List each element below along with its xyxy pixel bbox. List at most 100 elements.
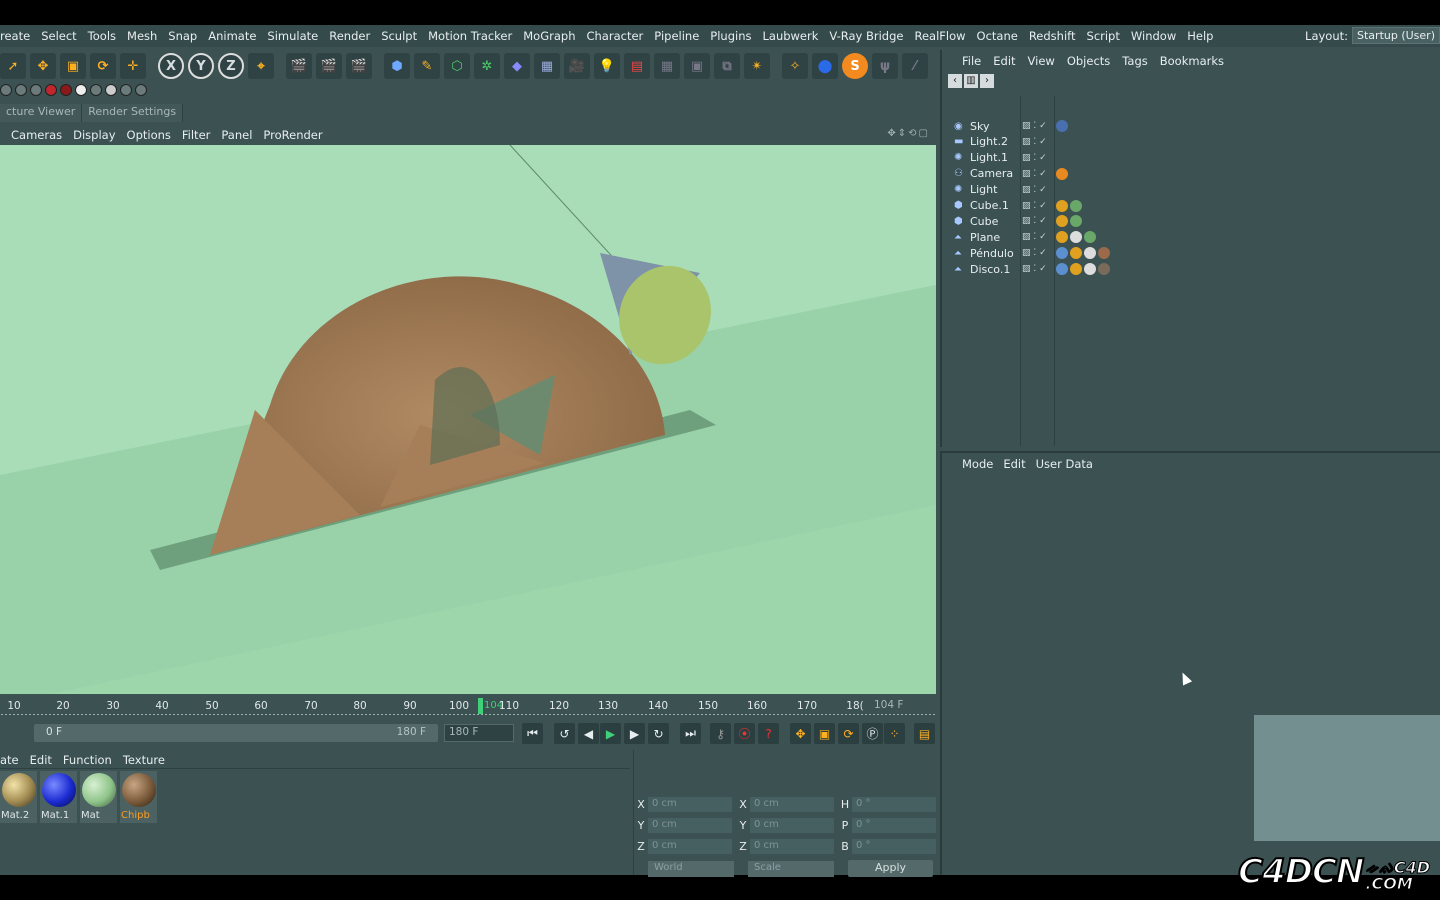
viewport-menu-display[interactable]: Display (73, 128, 115, 142)
menu-item[interactable]: RealFlow (914, 29, 965, 43)
visibility-flags-icon[interactable]: ▨ ⁚ ✓ (1022, 216, 1047, 226)
object-name[interactable]: Cube.1 (970, 199, 1030, 212)
viewport-menu-panel[interactable]: Panel (221, 128, 252, 142)
material-menu-edit[interactable]: Edit (30, 753, 52, 767)
end-frame-field[interactable]: 180 F (444, 724, 514, 742)
menu-item[interactable]: Sculpt (381, 29, 417, 43)
viewport-menu-prorender[interactable]: ProRender (263, 128, 322, 142)
om-menu-view[interactable]: View (1028, 54, 1055, 68)
tag-icon[interactable] (1056, 120, 1068, 132)
object-name[interactable]: Plane (970, 231, 1030, 244)
visibility-flags-icon[interactable]: ▨ ⁚ ✓ (1022, 248, 1047, 258)
layout-selector[interactable]: Layout: Startup (User) (1305, 27, 1440, 44)
layout-value[interactable]: Startup (User) (1352, 27, 1440, 44)
subdivision-icon[interactable]: ⬡ (444, 53, 470, 79)
object-row[interactable]: ⏶ Péndulo ▨ ⁚ ✓ (948, 245, 1438, 261)
pla-key-icon[interactable]: ⁘ (884, 723, 905, 744)
next-key-icon[interactable]: ↻ (648, 723, 669, 744)
om-menu-tags[interactable]: Tags (1122, 54, 1147, 68)
menu-item[interactable]: Animate (208, 29, 256, 43)
psr-icon[interactable]: ψ (872, 53, 898, 79)
menu-item[interactable]: Simulate (267, 29, 318, 43)
am-menu-edit[interactable]: Edit (1003, 457, 1025, 471)
cloner-icon[interactable]: ✲ (474, 53, 500, 79)
menu-item[interactable]: Script (1087, 29, 1120, 43)
material-menu-function[interactable]: Function (63, 753, 112, 767)
viewport-menu-cameras[interactable]: Cameras (11, 128, 62, 142)
record-keys-icon[interactable]: ⚷ (710, 723, 731, 744)
timeline-cursor[interactable] (478, 698, 483, 714)
scale-key-icon[interactable]: ▣ (814, 723, 835, 744)
tab-render-settings[interactable]: Render Settings (82, 104, 184, 122)
autokey-icon[interactable]: ⦿ (734, 723, 755, 744)
visibility-flags-icon[interactable]: ▨ ⁚ ✓ (1022, 232, 1047, 242)
menu-item[interactable]: Redshift (1029, 29, 1076, 43)
viewport-nav-icons[interactable]: ✥⇕⟲▢ (887, 128, 930, 139)
position-z-field[interactable]: 0 cm (648, 838, 732, 854)
om-menu-file[interactable]: File (962, 54, 981, 68)
material-menu-texture[interactable]: Texture (123, 753, 165, 767)
menu-item[interactable]: Motion Tracker (428, 29, 512, 43)
play-icon[interactable]: ▶ (600, 723, 621, 744)
swatch-icon[interactable] (135, 84, 147, 96)
tag-icon[interactable] (1056, 231, 1068, 244)
tag-icon[interactable] (1070, 247, 1082, 260)
y-axis-lock-button[interactable]: Y (188, 53, 214, 79)
coordinate-system-icon[interactable]: ⌖ (248, 53, 274, 79)
menu-item[interactable]: Select (41, 29, 76, 43)
menu-item[interactable]: Tools (88, 29, 116, 43)
menu-item[interactable]: Character (586, 29, 643, 43)
back-arrow-icon[interactable]: ‹ (948, 74, 962, 88)
menu-item[interactable]: Render (329, 29, 370, 43)
swatch-icon[interactable] (60, 84, 72, 96)
apply-button[interactable]: Apply (848, 860, 933, 877)
viewport-menu-filter[interactable]: Filter (182, 128, 210, 142)
tag-icon[interactable] (1056, 167, 1068, 180)
menu-item[interactable]: Mesh (127, 29, 157, 43)
object-row[interactable]: ⏶ Plane ▨ ⁚ ✓ (948, 229, 1438, 245)
object-row[interactable]: ✺ Light.1 ▨ ⁚ ✓ (948, 150, 1438, 166)
cube-object-icon[interactable]: ⬢ (384, 53, 410, 79)
material-item-selected[interactable]: Chipb (120, 771, 157, 823)
xparticles-icon[interactable]: ⬤ (812, 53, 838, 79)
object-row[interactable]: ⬢ Cube ▨ ⁚ ✓ (948, 213, 1438, 229)
object-row[interactable]: ▬ Light.2 ▨ ⁚ ✓ (948, 134, 1438, 150)
tag-icon[interactable] (1056, 263, 1068, 276)
timeline-ruler[interactable]: 104 104 F 10 20 30 40 50 60 70 80 90 100 110 120 130… (0, 695, 936, 717)
position-key-icon[interactable]: ✥ (790, 723, 811, 744)
menu-item[interactable]: Snap (168, 29, 197, 43)
material-item[interactable]: Mat.2 (0, 771, 37, 823)
om-menu-objects[interactable]: Objects (1067, 54, 1110, 68)
visibility-flags-icon[interactable]: ▨ ⁚ ✓ (1022, 153, 1047, 163)
tag-icon[interactable] (1098, 263, 1110, 276)
goto-end-icon[interactable]: ⏭ (680, 723, 701, 744)
am-menu-mode[interactable]: Mode (962, 457, 993, 471)
script-icon[interactable]: ▤ (624, 53, 650, 79)
object-name[interactable]: Light.2 (970, 135, 1030, 148)
workplane-icon[interactable]: ▣ (684, 53, 710, 79)
swatch-icon[interactable] (0, 84, 12, 96)
object-name[interactable]: Disco.1 (970, 263, 1030, 276)
tag-icon[interactable] (1056, 215, 1068, 228)
rotation-p-field[interactable]: 0 ° (852, 817, 936, 833)
visibility-flags-icon[interactable]: ▨ ⁚ ✓ (1022, 264, 1047, 274)
s-plugin-icon[interactable]: S (842, 53, 868, 79)
object-row[interactable]: ⏶ Disco.1 ▨ ⁚ ✓ (948, 261, 1438, 277)
swatch-icon[interactable] (45, 84, 57, 96)
tag-icon[interactable] (1070, 215, 1082, 228)
keyframe-help-icon[interactable]: ? (758, 723, 779, 744)
scale-tool-icon[interactable]: ▣ (60, 53, 86, 79)
swatch-icon[interactable] (30, 84, 42, 96)
tag-icon[interactable] (1070, 199, 1082, 212)
visibility-flags-icon[interactable]: ▨ ⁚ ✓ (1022, 121, 1047, 131)
object-name[interactable]: Sky (970, 120, 1030, 133)
tag-icon[interactable] (1084, 263, 1096, 276)
om-menu-edit[interactable]: Edit (993, 54, 1015, 68)
material-item[interactable]: Mat (80, 771, 117, 823)
object-name[interactable]: Camera (970, 167, 1030, 180)
tag-icon[interactable] (1084, 231, 1096, 244)
swatch-icon[interactable] (120, 84, 132, 96)
menu-item[interactable]: Help (1187, 29, 1213, 43)
menu-item[interactable]: V-Ray Bridge (829, 29, 903, 43)
tab-picture-viewer[interactable]: cture Viewer (0, 104, 83, 122)
